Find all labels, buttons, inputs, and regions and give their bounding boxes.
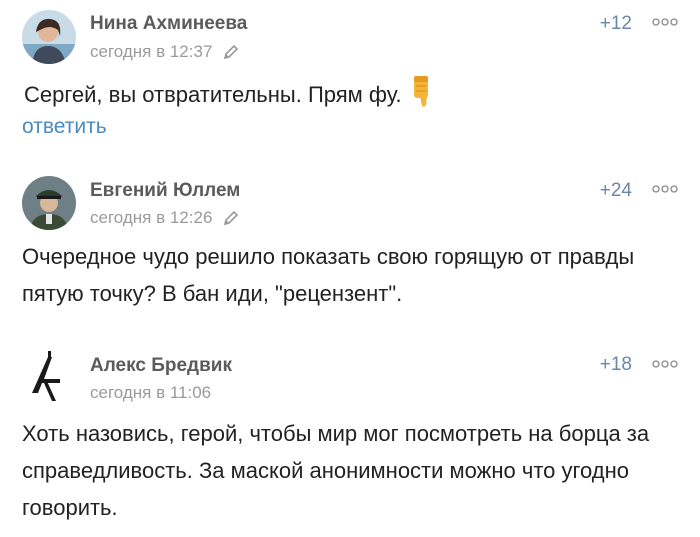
soldier-photo-icon <box>22 176 76 230</box>
comment: Алекс Бредвик сегодня в 11:06 +18 Хоть н… <box>0 345 700 537</box>
avatar[interactable] <box>22 349 76 403</box>
reply-link[interactable]: ответить <box>22 115 107 139</box>
comment-body: Сергей, вы отвратительны. Прям фу. <box>24 82 402 107</box>
comment: Нина Ахминеева сегодня в 12:37 +12 Серге… <box>0 0 700 160</box>
comment-text: Сергей, вы отвратительны. Прям фу. <box>24 74 678 113</box>
comment-score: +18 <box>599 354 632 375</box>
timestamp: сегодня в 11:06 <box>90 383 212 402</box>
comment-score: +24 <box>599 180 632 201</box>
avatar[interactable] <box>22 10 76 64</box>
comment-meta: сегодня в 12:37 <box>90 42 240 62</box>
woman-photo-icon <box>22 10 76 64</box>
pencil-icon[interactable] <box>222 209 240 227</box>
more-options-icon[interactable] <box>652 359 678 369</box>
thumbs-down-icon <box>413 76 428 107</box>
comment-text: Очередное чудо решило показать свою горя… <box>22 244 635 306</box>
comment: Евгений Юллем сегодня в 12:26 +24 Очеред… <box>0 170 700 320</box>
pencil-icon[interactable] <box>222 43 240 61</box>
comment-meta: сегодня в 12:26 <box>90 208 240 228</box>
comment-meta: сегодня в 11:06 <box>90 383 211 403</box>
comment-score: +12 <box>599 13 632 34</box>
timestamp: сегодня в 12:37 <box>90 42 213 61</box>
author-name[interactable]: Нина Ахминеева <box>90 13 247 35</box>
timestamp: сегодня в 12:26 <box>90 208 213 227</box>
more-options-icon[interactable] <box>652 17 678 27</box>
author-name[interactable]: Евгений Юллем <box>90 180 240 202</box>
more-options-icon[interactable] <box>652 184 678 194</box>
comment-text: Хоть назовись, герой, чтобы мир мог посм… <box>22 421 650 520</box>
avatar[interactable] <box>22 176 76 230</box>
author-name[interactable]: Алекс Бредвик <box>90 355 232 377</box>
rifle-logo-icon <box>22 349 76 403</box>
